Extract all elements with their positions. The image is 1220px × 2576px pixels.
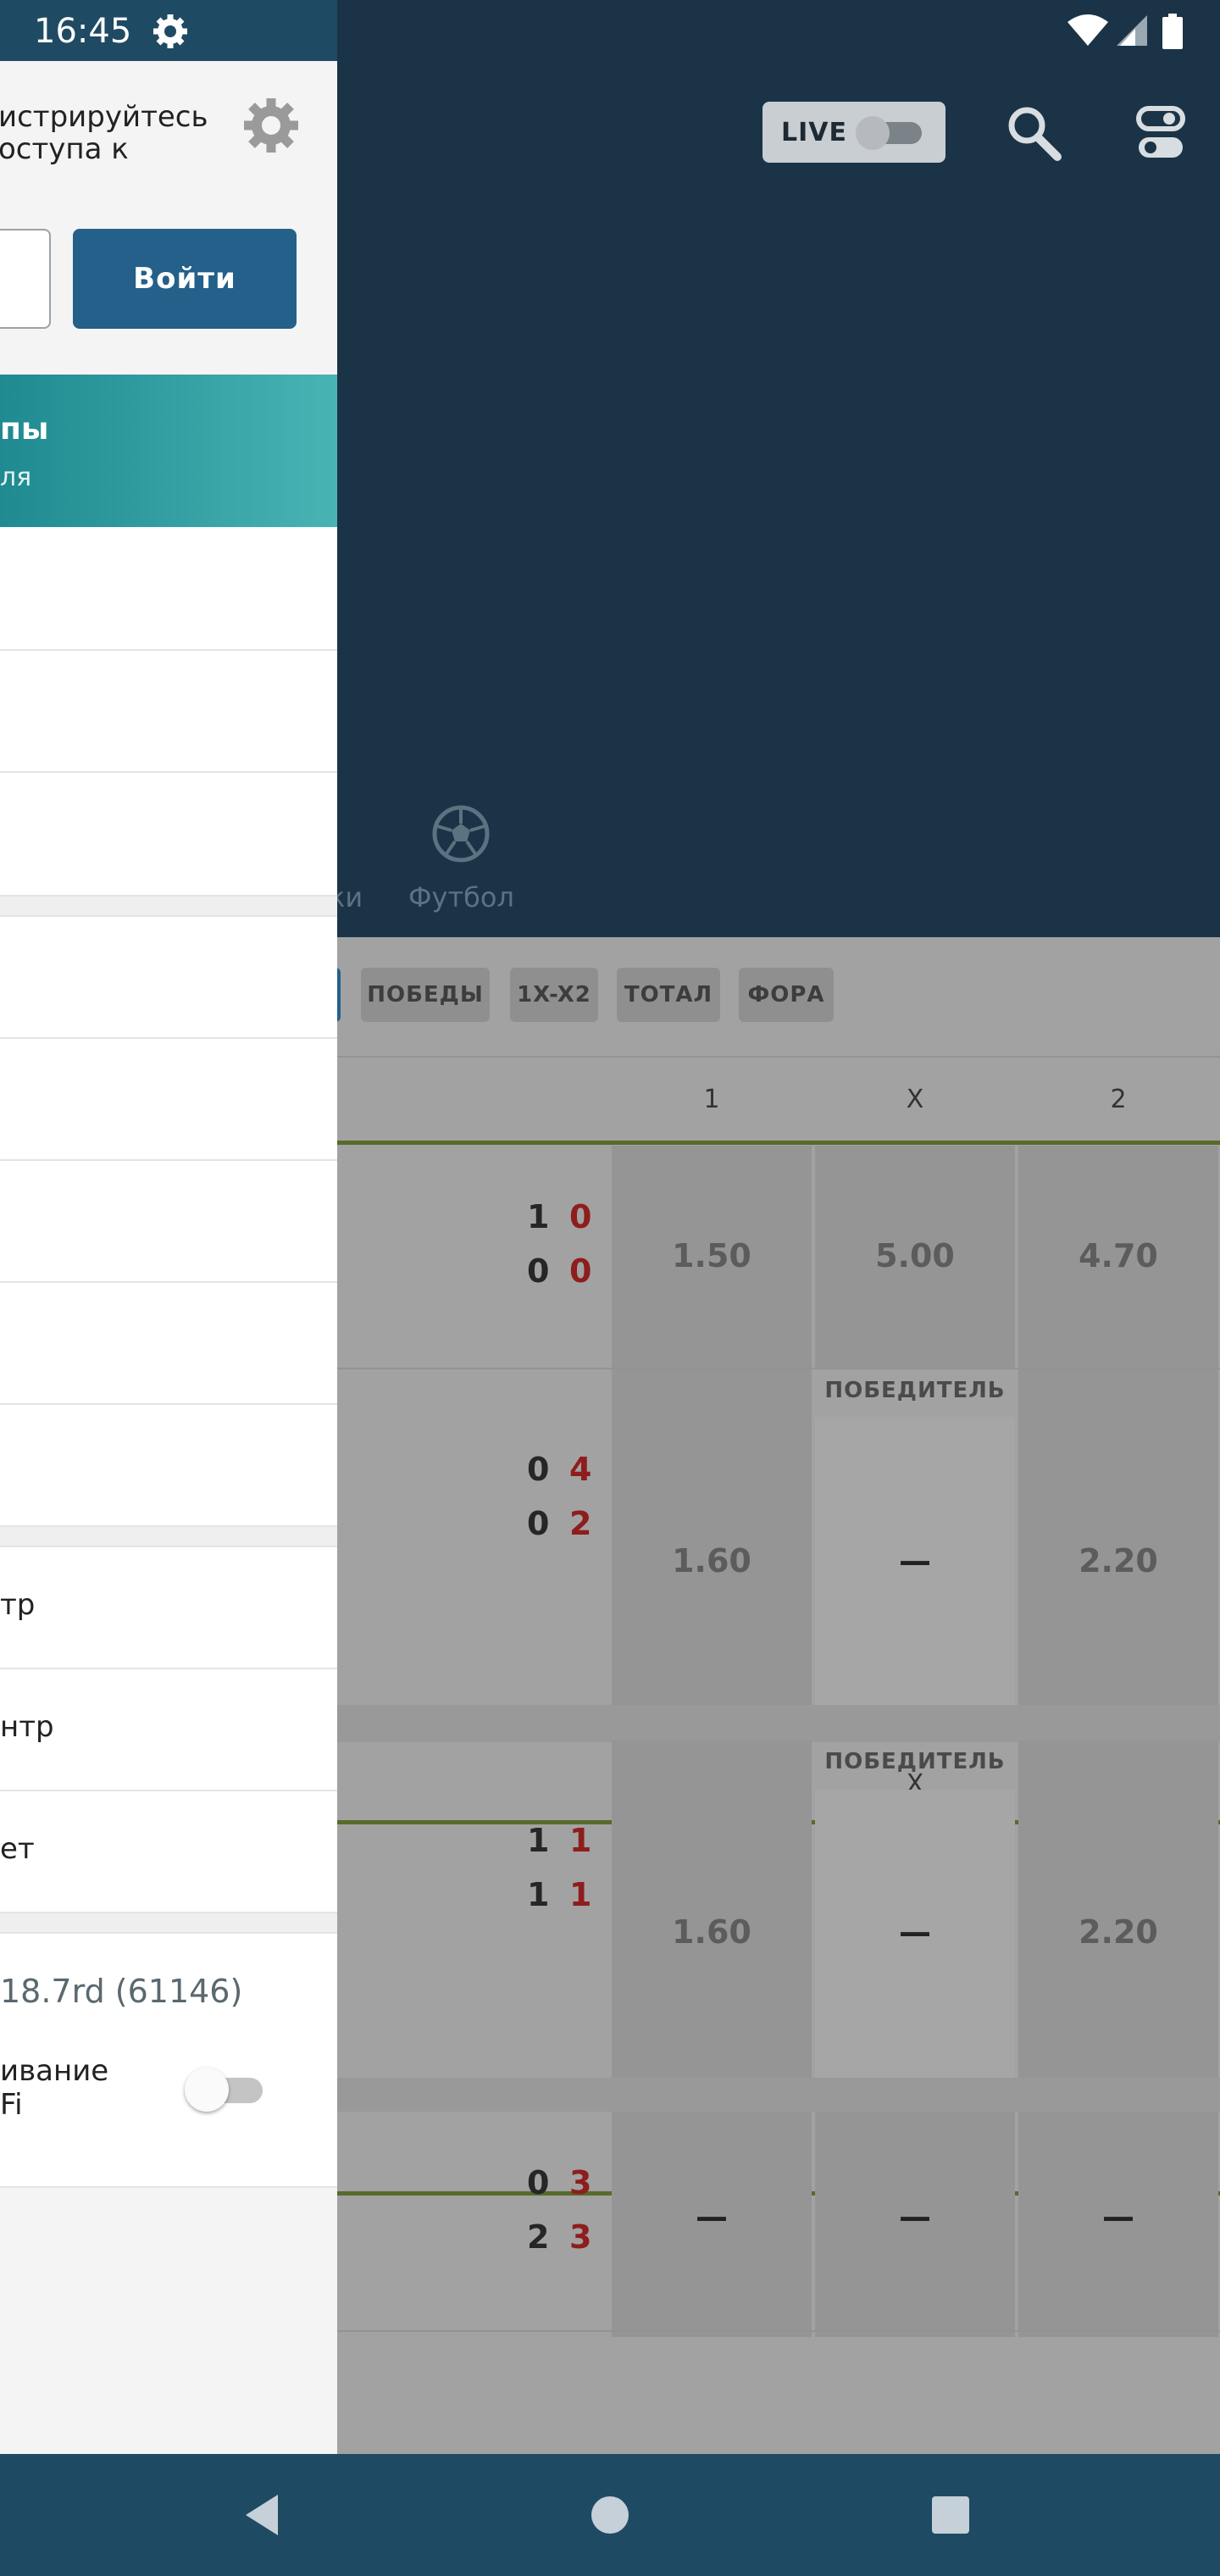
drawer-menu-item[interactable] bbox=[0, 1039, 337, 1161]
filter-toggle-icon[interactable] bbox=[1127, 100, 1195, 168]
odds-cell-x[interactable]: 5.00 bbox=[815, 1146, 1015, 1368]
col-1: 1 bbox=[703, 1085, 720, 1114]
odds-value: 2.20 bbox=[1079, 1913, 1158, 1951]
score-away-1: 2 bbox=[527, 2218, 550, 2256]
odds-cell-x: — bbox=[815, 1790, 1015, 2078]
drawer-menu-item[interactable] bbox=[0, 1405, 337, 1527]
odds-cell-2[interactable]: 2.20 bbox=[1018, 1369, 1218, 1705]
wifi-setting-line2: Fi bbox=[0, 2088, 23, 2122]
home-icon[interactable] bbox=[583, 2488, 637, 2542]
drawer-item-label: нтр bbox=[0, 1710, 54, 1744]
score-away-1: 1 bbox=[527, 1876, 550, 1913]
back-icon[interactable] bbox=[237, 2488, 291, 2542]
score-away-1: 0 bbox=[527, 1252, 550, 1290]
drawer-section-gap bbox=[0, 897, 337, 917]
odds-value: — bbox=[696, 2198, 728, 2235]
drawer-menu-item[interactable] bbox=[0, 917, 337, 1039]
live-switch-knob bbox=[856, 116, 890, 150]
drawer-menu-item[interactable] bbox=[0, 1161, 337, 1283]
score-away-1: 0 bbox=[527, 1505, 550, 1542]
promo-subtitle: ля bbox=[0, 463, 32, 492]
app-version: 18.7rd (61146) bbox=[0, 1973, 243, 2010]
score-home-1: 1 bbox=[527, 1822, 550, 1859]
score-away-2: 1 bbox=[569, 1876, 592, 1913]
toggle-knob bbox=[185, 2068, 229, 2112]
search-icon[interactable] bbox=[1001, 100, 1069, 168]
drawer-status-area: 16:45 bbox=[0, 0, 337, 61]
score-home-2: 1 bbox=[569, 1822, 592, 1859]
odds-cell-1[interactable]: 1.60 bbox=[612, 1369, 812, 1705]
score-home-2: 4 bbox=[569, 1451, 592, 1488]
chip-wins[interactable]: ПОБЕДЫ bbox=[361, 968, 490, 1022]
register-prompt-line1: истрируйтесь bbox=[0, 100, 208, 134]
status-time: 16:45 bbox=[34, 12, 132, 51]
odds-value: — bbox=[899, 2198, 931, 2235]
drawer-item-label: ет bbox=[0, 1832, 35, 1866]
odds-value: 1.50 bbox=[672, 1237, 751, 1274]
drawer-info-block: 18.7rd (61146) ивание Fi bbox=[0, 1934, 337, 2188]
sport-tab-football[interactable]: Футбол bbox=[408, 881, 514, 913]
market-label: ПОБЕДИТЕЛЬ bbox=[824, 1378, 1006, 1403]
wifi-icon bbox=[1068, 14, 1108, 46]
live-label: LIVE bbox=[781, 117, 847, 147]
battery-icon bbox=[1162, 14, 1183, 49]
odds-value: — bbox=[899, 1913, 931, 1951]
odds-cell-x: — bbox=[815, 2112, 1015, 2337]
system-nav-bar bbox=[0, 2454, 1220, 2576]
odds-cell-x: — bbox=[815, 1417, 1015, 1705]
drawer-item-label: тр bbox=[0, 1588, 36, 1622]
football-icon[interactable] bbox=[430, 803, 491, 864]
wifi-only-toggle[interactable] bbox=[185, 2068, 268, 2112]
drawer-section-gap bbox=[0, 1527, 337, 1547]
score-home-1: 1 bbox=[527, 1198, 550, 1235]
live-switch-track bbox=[856, 116, 922, 150]
drawer-menu-item[interactable] bbox=[0, 651, 337, 773]
promo-banner[interactable]: пы ля bbox=[0, 375, 337, 527]
score-away-2: 0 bbox=[569, 1252, 592, 1290]
col-x: X bbox=[906, 1085, 924, 1114]
odds-value: — bbox=[899, 1542, 931, 1579]
odds-value: 1.60 bbox=[672, 1542, 751, 1579]
drawer-settings-icon[interactable] bbox=[242, 97, 300, 154]
chip-1x-x2[interactable]: 1X-X2 bbox=[510, 968, 598, 1022]
drawer-menu-item[interactable] bbox=[0, 773, 337, 897]
odds-cell-2[interactable]: 2.20 bbox=[1018, 1740, 1218, 2078]
score-home-1: 0 bbox=[527, 2164, 550, 2201]
score-home-2: 3 bbox=[569, 2164, 592, 2201]
odds-value: 1.60 bbox=[672, 1913, 751, 1951]
drawer-menu-item-center-2[interactable]: нтр bbox=[0, 1669, 337, 1791]
register-prompt-line2: оступа к bbox=[0, 132, 129, 166]
chip-total[interactable]: ТОТАЛ bbox=[617, 968, 720, 1022]
wifi-setting-line1: ивание bbox=[0, 2054, 109, 2088]
drawer-menu-item-center-1[interactable]: тр bbox=[0, 1547, 337, 1669]
promo-title: пы bbox=[0, 412, 49, 447]
score-away-2: 2 bbox=[569, 1505, 592, 1542]
score-away-2: 3 bbox=[569, 2218, 592, 2256]
navigation-drawer: 16:45 истрируйтесь оступа к Войти пы ля bbox=[0, 0, 337, 2454]
signal-icon bbox=[1117, 15, 1147, 46]
live-toggle[interactable]: LIVE bbox=[762, 102, 946, 163]
register-button-partial[interactable] bbox=[0, 229, 51, 329]
odds-cell-2[interactable]: 4.70 bbox=[1018, 1146, 1218, 1368]
drawer-menu-item[interactable] bbox=[0, 1283, 337, 1405]
drawer-menu-item[interactable] bbox=[0, 527, 337, 651]
odds-value: — bbox=[1102, 2198, 1134, 2235]
odds-cell-1: — bbox=[612, 2112, 812, 2337]
drawer-menu-item-3[interactable]: ет bbox=[0, 1791, 337, 1913]
settings-icon bbox=[153, 14, 187, 48]
market-label: ПОБЕДИТЕЛЬ bbox=[824, 1749, 1006, 1774]
login-button[interactable]: Войти bbox=[73, 229, 297, 329]
score-home-2: 0 bbox=[569, 1198, 592, 1235]
recents-icon[interactable] bbox=[923, 2488, 978, 2542]
odds-value: 4.70 bbox=[1079, 1237, 1158, 1274]
col-2: 2 bbox=[1110, 1085, 1127, 1114]
drawer-section-gap bbox=[0, 1913, 337, 1934]
score-home-1: 0 bbox=[527, 1451, 550, 1488]
chip-handicap[interactable]: ФОРА bbox=[739, 968, 834, 1022]
odds-cell-2: — bbox=[1018, 2112, 1218, 2337]
odds-value: 5.00 bbox=[875, 1237, 955, 1274]
odds-value: 2.20 bbox=[1079, 1542, 1158, 1579]
odds-cell-1[interactable]: 1.50 bbox=[612, 1146, 812, 1368]
odds-cell-1[interactable]: 1.60 bbox=[612, 1740, 812, 2078]
